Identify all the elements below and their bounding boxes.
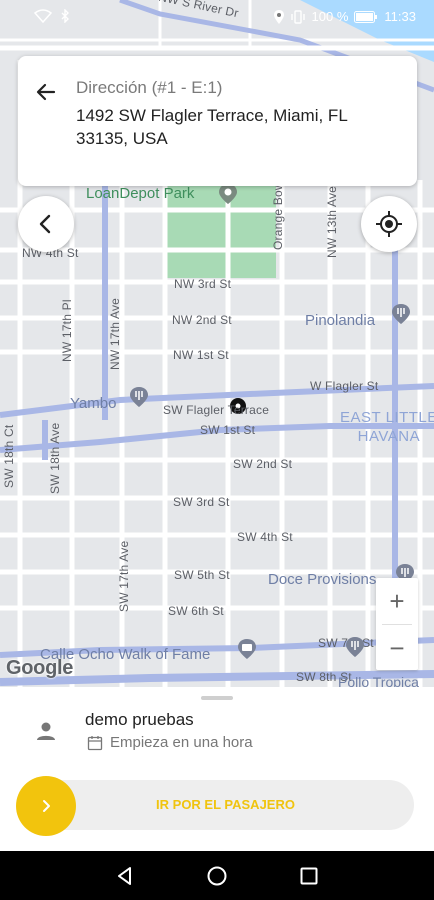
zoom-out-button[interactable]: − xyxy=(376,625,418,671)
street-label: SW 6th St xyxy=(168,604,224,618)
street-label: SW 17th Ave xyxy=(117,540,131,612)
slide-to-go-track[interactable]: IR POR EL PASAJERO xyxy=(17,780,414,830)
crosshair-icon xyxy=(376,211,402,237)
street-label: NW 3rd St xyxy=(174,277,232,291)
street-label: SW 1st St xyxy=(200,423,256,437)
bluetooth-icon xyxy=(60,9,70,23)
calendar-icon xyxy=(87,736,103,751)
start-time-text: Empieza en una hora xyxy=(110,734,253,751)
street-label: SW Flagler Terrace xyxy=(163,403,270,417)
passenger-name: demo pruebas xyxy=(85,710,194,729)
sheet-handle[interactable] xyxy=(201,696,233,700)
location-icon xyxy=(273,9,284,24)
poi-label-doce-provisions[interactable]: Doce Provisions xyxy=(268,571,376,588)
restaurant-pin-icon[interactable] xyxy=(344,636,366,658)
restaurant-pin-icon[interactable] xyxy=(128,386,150,408)
slide-to-go-label: IR POR EL PASAJERO xyxy=(156,797,295,812)
street-label: W Flagler St xyxy=(310,379,379,393)
person-icon xyxy=(37,722,55,740)
wifi-icon xyxy=(34,9,52,23)
street-label: SW 18th Ct xyxy=(2,424,16,488)
restaurant-pin-icon[interactable] xyxy=(390,303,412,325)
street-label: SW 18th Ave xyxy=(48,422,62,494)
clock: 11:33 xyxy=(384,9,416,24)
poi-label-yambo[interactable]: Yambo xyxy=(70,395,116,412)
street-label: SW 3rd St xyxy=(173,495,230,509)
zoom-in-button[interactable]: + xyxy=(376,578,418,624)
poi-label-pollo-tropical[interactable]: Pollo Tropica xyxy=(338,674,419,687)
street-label: SW 4th St xyxy=(237,530,293,544)
district-label: EAST LITTLE HAVANA xyxy=(340,409,434,445)
my-location-button[interactable] xyxy=(361,196,417,252)
street-label: SW 2nd St xyxy=(233,457,293,471)
vibrate-icon xyxy=(290,9,306,24)
street-label: Orange Bow xyxy=(271,181,285,250)
battery-icon xyxy=(354,10,378,23)
street-label: SW 5th St xyxy=(174,568,230,582)
trip-sheet: demo pruebas Empieza en una hora IR POR … xyxy=(0,687,434,851)
slide-knob[interactable] xyxy=(16,776,76,836)
poi-label-pinolandia[interactable]: Pinolandia xyxy=(305,312,375,329)
google-logo: Google xyxy=(6,657,74,679)
map-back-button[interactable] xyxy=(18,196,74,252)
street-label: NW 17th Pl xyxy=(60,299,74,362)
street-label: NW 2nd St xyxy=(172,313,232,327)
street-label: NW 17th Ave xyxy=(108,297,122,370)
address-value: 1492 SW Flagler Terrace, Miami, FL 33135… xyxy=(76,106,348,148)
chevron-right-icon xyxy=(43,800,50,812)
street-label: NW 13th Ave xyxy=(325,185,339,258)
stadium-pin-icon[interactable] xyxy=(217,183,239,205)
nav-back-icon[interactable] xyxy=(113,864,137,888)
address-card: Dirección (#1 - E:1) 1492 SW Flagler Ter… xyxy=(18,56,417,186)
back-arrow-icon[interactable] xyxy=(34,80,58,104)
chevron-left-icon xyxy=(39,214,51,234)
zoom-controls: + − xyxy=(376,578,418,670)
nav-home-icon[interactable] xyxy=(205,864,229,888)
nav-recents-icon[interactable] xyxy=(297,864,321,888)
camera-pin-icon[interactable] xyxy=(236,638,258,660)
status-bar: 100 % 11:33 xyxy=(0,0,434,34)
poi-label-loandepot[interactable]: LoanDepot Park xyxy=(86,185,194,202)
system-nav-bar xyxy=(0,851,434,900)
street-label: NW 1st St xyxy=(173,348,229,362)
address-label: Dirección (#1 - E:1) xyxy=(76,78,223,97)
battery-percent: 100 % xyxy=(311,9,349,24)
